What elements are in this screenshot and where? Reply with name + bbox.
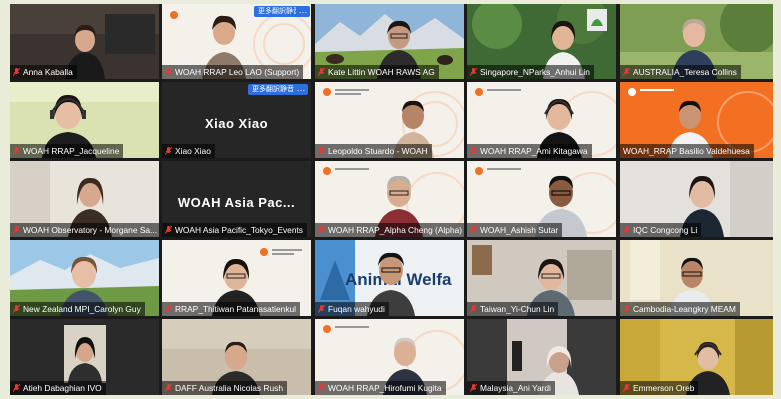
- participant-tile[interactable]: Kate Littin WOAH RAWS AG: [315, 4, 464, 79]
- more-options-button[interactable]: …: [294, 84, 308, 95]
- participant-name: Atieh Dabaghian IVO: [10, 381, 106, 395]
- participant-name: RRAP_Thitiwan Patanasatienkul: [162, 302, 301, 316]
- participant-tile[interactable]: RRAP_Thitiwan Patanasatienkul: [162, 240, 311, 316]
- participant-tile[interactable]: WOAH Observatory - Morgane Sa...: [10, 161, 159, 237]
- participant-name: Anna Kaballa: [10, 65, 77, 79]
- participant-name: New Zealand MPI_Carolyn Guy: [10, 302, 145, 316]
- participant-tile[interactable]: Atieh Dabaghian IVO: [10, 319, 159, 395]
- participant-tile[interactable]: New Zealand MPI_Carolyn Guy: [10, 240, 159, 316]
- participant-name: Xiao Xiao: [162, 144, 215, 158]
- mic-muted-icon: [165, 305, 172, 313]
- participant-name: WOAH_Ashish Sutar: [467, 223, 563, 237]
- mic-muted-icon: [318, 147, 325, 155]
- participant-name: Singapore_NParks_Anhui Lin: [467, 65, 594, 79]
- participant-tile[interactable]: WOAH_RRAP Basilio Valdehuesa: [620, 82, 773, 158]
- participant-name: AUSTRALIA_Teresa Collins: [620, 65, 741, 79]
- participant-name: WOAH Asia Pacific_Tokyo_Events: [162, 223, 307, 237]
- participant-name: WOAH RRAP_Alpha Cheng (Alpha): [315, 223, 464, 237]
- mic-muted-icon: [13, 147, 20, 155]
- participant-tile-active-speaker[interactable]: WOAH RRAP_Jacqueline: [10, 82, 159, 158]
- participant-name: Fuqan wahyudi: [315, 302, 389, 316]
- mic-muted-icon: [623, 384, 630, 392]
- participant-name: Emmerson Oreb: [620, 381, 699, 395]
- mic-muted-icon: [470, 226, 477, 234]
- mic-muted-icon: [165, 147, 172, 155]
- participant-name: Leopoldo Stuardo - WOAH: [315, 144, 432, 158]
- participant-display-name: Xiao Xiao: [204, 116, 269, 131]
- participant-name: Malaysia_Ani Yardi: [467, 381, 555, 395]
- participant-tile[interactable]: Anna Kaballa: [10, 4, 159, 79]
- more-options-button[interactable]: …: [296, 6, 310, 17]
- participant-tile[interactable]: Singapore_NParks_Anhui Lin: [467, 4, 616, 79]
- participant-tile[interactable]: Cambodia-Leangkry MEAM: [620, 240, 773, 316]
- participant-name: WOAH RRAP_Ami Kitagawa: [467, 144, 592, 158]
- participant-name: WOAH RRAP Leo LAO (Support): [162, 65, 304, 79]
- participant-tile[interactable]: Animal Welfa Fuqan wahyudi: [315, 240, 464, 316]
- mic-muted-icon: [623, 226, 630, 234]
- mic-muted-icon: [318, 384, 325, 392]
- participant-name: Kate Littin WOAH RAWS AG: [315, 65, 439, 79]
- mic-muted-icon: [318, 226, 325, 234]
- participant-tile[interactable]: 更多翻訳静音 … WOAH RRAP Leo LAO (Support): [162, 4, 311, 79]
- participant-tile[interactable]: WOAH_Ashish Sutar: [467, 161, 616, 237]
- mic-muted-icon: [165, 68, 172, 76]
- participant-name: WOAH RRAP_Jacqueline: [10, 144, 124, 158]
- participant-name: IQC Congcong Li: [620, 223, 702, 237]
- participant-tile[interactable]: WOAH RRAP_Alpha Cheng (Alpha): [315, 161, 464, 237]
- mic-muted-icon: [13, 68, 20, 76]
- participant-tile-video-off[interactable]: Xiao Xiao 更多翻訳静音 … Xiao Xiao: [162, 82, 311, 158]
- participant-tile[interactable]: Emmerson Oreb: [620, 319, 773, 395]
- mic-muted-icon: [623, 68, 630, 76]
- mic-muted-icon: [165, 384, 172, 392]
- mic-muted-icon: [623, 305, 630, 313]
- participant-name: Taiwan_Yi-Chun Lin: [467, 302, 559, 316]
- participant-tile-video-off[interactable]: WOAH Asia Pac... WOAH Asia Pacific_Tokyo…: [162, 161, 311, 237]
- participant-tile[interactable]: WOAH RRAP_Hirofumi Kugita: [315, 319, 464, 395]
- mic-muted-icon: [470, 147, 477, 155]
- participant-display-name: WOAH Asia Pac...: [177, 195, 296, 210]
- participant-tile[interactable]: WOAH RRAP_Ami Kitagawa: [467, 82, 616, 158]
- mic-muted-icon: [13, 384, 20, 392]
- participant-tile[interactable]: Malaysia_Ani Yardi: [467, 319, 616, 395]
- mic-muted-icon: [470, 68, 477, 76]
- mic-muted-icon: [13, 226, 20, 234]
- video-gallery: Anna Kaballa 更多翻訳静音 … WOAH RRAP Leo LAO …: [10, 4, 773, 395]
- mic-muted-icon: [13, 305, 20, 313]
- mic-muted-icon: [318, 305, 325, 313]
- participant-name: WOAH Observatory - Morgane Sa...: [10, 223, 159, 237]
- participant-tile[interactable]: AUSTRALIA_Teresa Collins: [620, 4, 773, 79]
- participant-name: DAFF Australia Nicolas Rush: [162, 381, 287, 395]
- participant-tile[interactable]: Leopoldo Stuardo - WOAH: [315, 82, 464, 158]
- participant-tile[interactable]: IQC Congcong Li: [620, 161, 773, 237]
- participant-name: WOAH RRAP_Hirofumi Kugita: [315, 381, 446, 395]
- mic-muted-icon: [470, 384, 477, 392]
- mic-muted-icon: [318, 68, 325, 76]
- rename-button[interactable]: 更多翻訳静音: [248, 84, 298, 95]
- participant-name: WOAH_RRAP Basilio Valdehuesa: [620, 144, 754, 158]
- mic-muted-icon: [165, 226, 172, 234]
- participant-name: Cambodia-Leangkry MEAM: [620, 302, 740, 316]
- participant-tile[interactable]: DAFF Australia Nicolas Rush: [162, 319, 311, 395]
- mic-muted-icon: [470, 305, 477, 313]
- participant-tile[interactable]: Taiwan_Yi-Chun Lin: [467, 240, 616, 316]
